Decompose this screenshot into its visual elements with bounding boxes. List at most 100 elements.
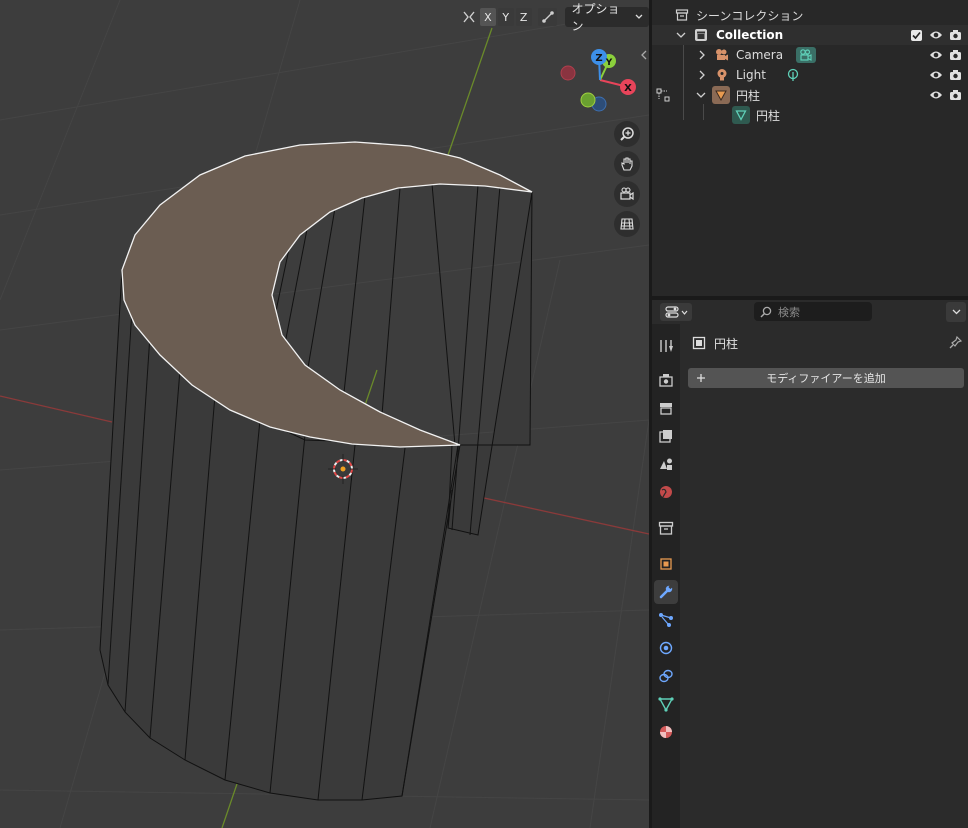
chevron-down-icon[interactable]	[696, 90, 706, 100]
mirror-x-toggle[interactable]: X	[479, 8, 496, 26]
tab-physics[interactable]	[654, 636, 678, 660]
chevron-right-icon[interactable]	[698, 50, 706, 60]
topology-mirror-icon[interactable]	[537, 8, 558, 26]
tab-particles[interactable]	[654, 608, 678, 632]
chevron-down-icon[interactable]	[676, 30, 686, 40]
tab-object-data[interactable]	[654, 692, 678, 716]
mirror-z-toggle[interactable]: Z	[515, 8, 532, 26]
collection-icon	[695, 29, 707, 41]
light-data-icon[interactable]	[786, 68, 800, 82]
scene-icon	[660, 458, 672, 470]
pan-hand-icon	[621, 157, 633, 171]
viewport-header: X Y Z オプション	[460, 2, 649, 33]
camera-data-icon[interactable]	[796, 47, 816, 63]
wrench-icon	[659, 584, 673, 599]
object-icon	[660, 558, 672, 570]
grid-view-icon	[620, 218, 634, 230]
neg-y-axis-ball[interactable]	[580, 92, 596, 108]
cylinder-toggles	[929, 89, 962, 101]
outliner-item-label: Camera	[736, 48, 784, 62]
properties-search-input[interactable]: 検索	[754, 302, 872, 321]
search-icon	[760, 306, 772, 318]
options-label: オプション	[571, 2, 620, 33]
neg-x-axis-ball[interactable]	[560, 65, 576, 81]
outliner-item-label: 円柱	[736, 88, 761, 103]
gizmo-x-label: X	[624, 83, 632, 94]
eye-icon[interactable]	[929, 69, 943, 81]
tab-scene[interactable]	[654, 452, 678, 476]
tab-output[interactable]	[654, 396, 678, 420]
search-placeholder: 検索	[778, 305, 800, 319]
scene-collection-row[interactable]: シーンコレクション	[652, 5, 968, 25]
camera-render-icon[interactable]	[949, 89, 962, 101]
mirror-y-toggle[interactable]: Y	[497, 8, 514, 26]
plus-icon	[697, 374, 705, 382]
camera-render-icon[interactable]	[949, 49, 962, 61]
collection-tab-icon	[658, 521, 674, 535]
outliner-item-light[interactable]: Light	[652, 65, 968, 85]
view-layer-icon	[659, 430, 672, 443]
tab-tool[interactable]	[654, 334, 678, 358]
navigation-gizmo[interactable]: X Y Z	[560, 49, 636, 112]
collection-toggles	[910, 29, 962, 42]
pin-icon[interactable]	[949, 336, 962, 349]
eye-icon[interactable]	[929, 29, 943, 41]
tab-material[interactable]	[654, 720, 678, 744]
outliner-item-label: Light	[736, 68, 766, 82]
zoom-icon	[620, 127, 634, 141]
collection-row[interactable]: Collection	[652, 25, 968, 45]
eye-icon[interactable]	[929, 49, 943, 61]
editor-type-dropdown[interactable]	[660, 303, 692, 321]
checkbox-checked-icon[interactable]	[910, 29, 923, 42]
filter-restriction-icon[interactable]	[656, 87, 670, 102]
mirror-icon[interactable]	[460, 8, 478, 26]
chevron-down-icon	[635, 14, 643, 19]
3d-viewport[interactable]: X Y Z X Y Z オプション	[0, 0, 649, 828]
outliner-item-mesh-data[interactable]: 円柱	[652, 105, 968, 125]
chevron-right-icon[interactable]	[698, 70, 706, 80]
camera-view-icon	[620, 187, 634, 201]
camera-render-icon[interactable]	[949, 29, 962, 41]
object-icon	[692, 336, 706, 350]
material-icon	[660, 726, 672, 738]
properties-editor-icon	[664, 306, 679, 318]
tab-world[interactable]	[654, 480, 678, 504]
options-chevron-button[interactable]	[946, 302, 966, 322]
add-modifier-button[interactable]: モディファイアーを追加	[688, 368, 964, 388]
outliner-item-cylinder[interactable]: 円柱	[652, 85, 968, 105]
mesh-object-icon	[712, 86, 730, 104]
viewport-scene[interactable]: X Y Z	[0, 0, 649, 828]
object-name: 円柱	[714, 337, 739, 351]
options-dropdown[interactable]: オプション	[565, 2, 649, 33]
gizmo-z-label: Z	[595, 53, 602, 64]
physics-icon	[659, 641, 673, 655]
tab-constraints[interactable]	[654, 664, 678, 688]
properties-editor[interactable]: 検索 円柱 モディファイアーを追加	[652, 300, 968, 828]
camera-render-icon[interactable]	[949, 69, 962, 81]
camera-view-button[interactable]	[614, 181, 640, 207]
tab-render[interactable]	[654, 368, 678, 392]
collection-label: Collection	[716, 28, 784, 42]
chevron-down-icon	[681, 310, 687, 315]
chevron-down-icon	[952, 309, 960, 315]
outliner[interactable]: シーンコレクション Collection Camera Light 円柱 円柱	[652, 0, 968, 296]
light-toggles	[929, 69, 962, 81]
crescent-mesh[interactable]	[99, 141, 533, 801]
world-icon	[660, 486, 672, 498]
gizmo-y-label: Y	[605, 58, 613, 68]
grid-view-button[interactable]	[614, 211, 640, 237]
tab-collection[interactable]	[654, 516, 678, 540]
tab-view-layer[interactable]	[654, 424, 678, 448]
add-modifier-label: モディファイアーを追加	[766, 372, 886, 385]
camera-object-icon	[716, 49, 728, 61]
scene-collection-icon	[675, 9, 689, 21]
tab-object[interactable]	[654, 552, 678, 576]
tab-modifier[interactable]	[654, 580, 678, 604]
eye-icon[interactable]	[929, 89, 943, 101]
sidebar-toggle-icon[interactable]	[640, 46, 648, 60]
pan-button[interactable]	[614, 151, 640, 177]
tool-icon	[660, 340, 673, 352]
zoom-button[interactable]	[614, 121, 640, 147]
outliner-item-camera[interactable]: Camera	[652, 45, 968, 65]
scene-collection-label: シーンコレクション	[696, 8, 804, 23]
